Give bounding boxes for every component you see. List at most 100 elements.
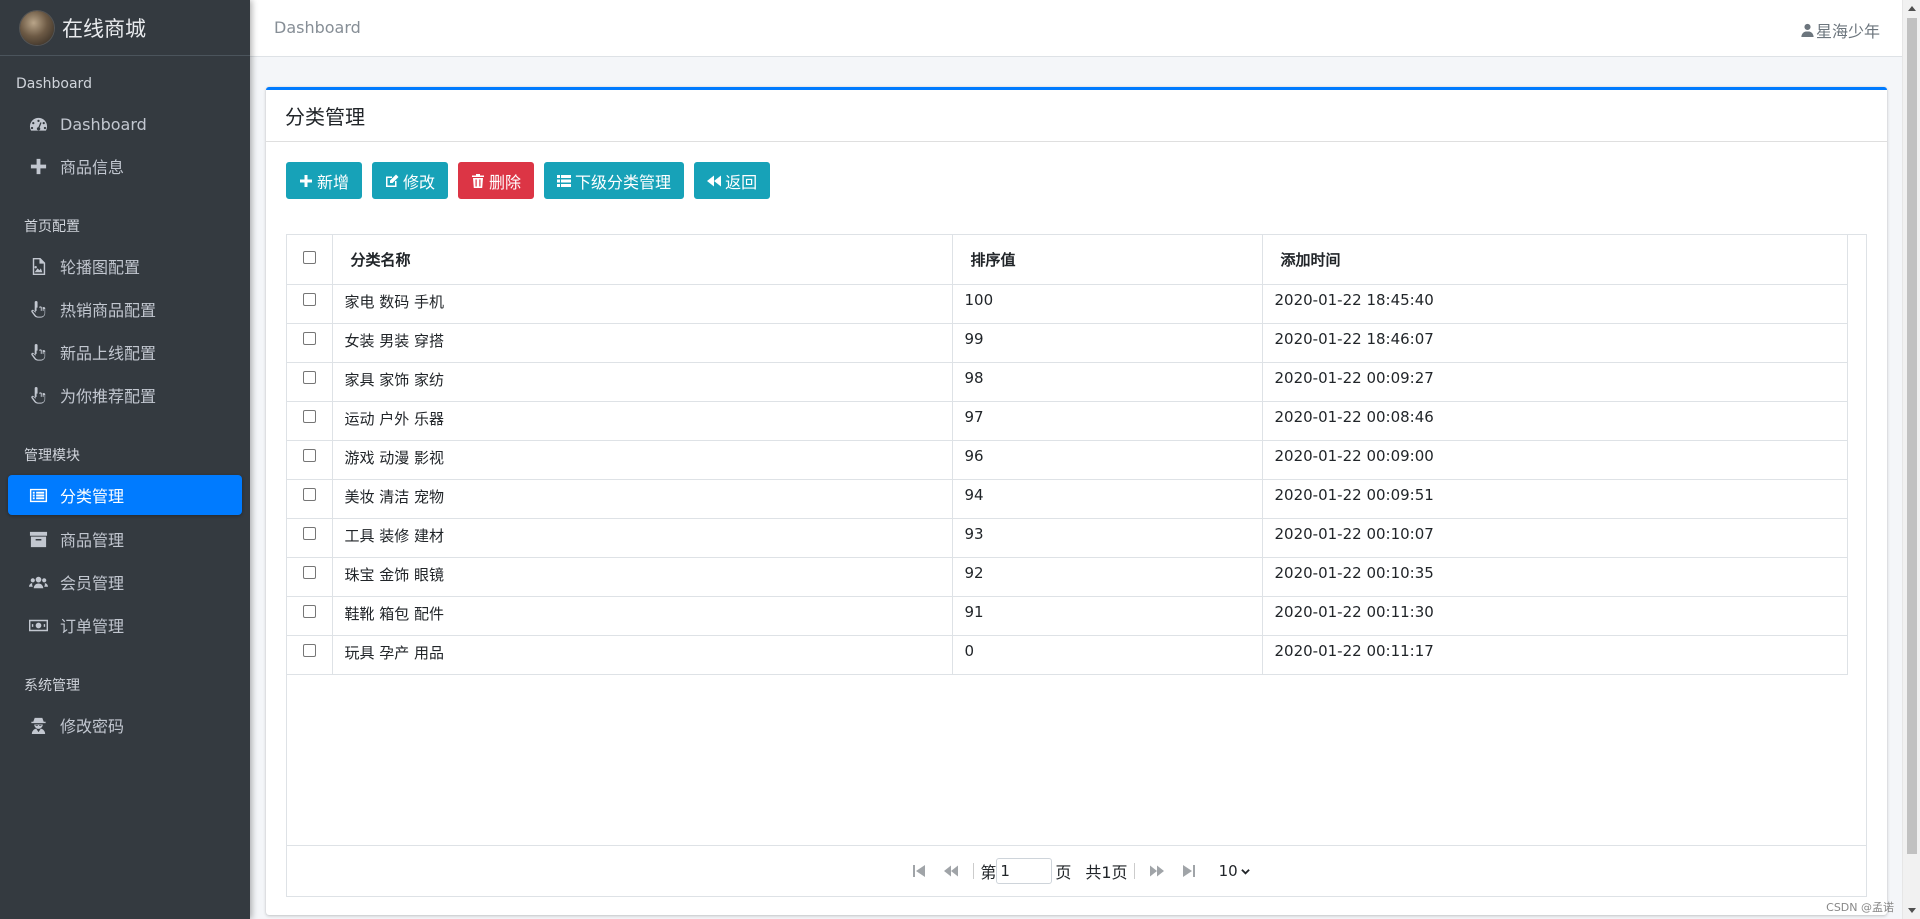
nav-header-home-config: 首页配置 — [24, 219, 80, 235]
first-page-button[interactable] — [911, 863, 927, 879]
row-checkbox[interactable] — [302, 370, 316, 384]
cell-rank: 92 — [952, 557, 1263, 597]
table-row[interactable]: 鞋靴 箱包 配件 91 2020-01-22 00:11:30 — [287, 596, 1848, 636]
plus-icon — [300, 174, 312, 187]
sub-category-button-label: 下级分类管理 — [575, 172, 672, 192]
edit-button[interactable]: 修改 — [372, 162, 449, 199]
cell-add-time: 2020-01-22 00:11:17 — [1262, 635, 1848, 675]
row-checkbox[interactable] — [302, 331, 316, 345]
back-button-label: 返回 — [725, 172, 758, 192]
users-icon — [27, 571, 49, 593]
row-checkbox[interactable] — [302, 292, 316, 306]
row-checkbox[interactable] — [302, 487, 316, 501]
table-row[interactable]: 工具 装修 建材 93 2020-01-22 00:10:07 — [287, 518, 1848, 558]
sidebar-item-order-management[interactable]: 订单管理 — [8, 605, 242, 645]
cell-add-time: 2020-01-22 18:46:07 — [1262, 323, 1848, 363]
table-row[interactable]: 家电 数码 手机 100 2020-01-22 18:45:40 — [287, 284, 1848, 324]
table-row[interactable]: 家具 家饰 家纺 98 2020-01-22 00:09:27 — [287, 362, 1848, 402]
sidebar-item-carousel-config[interactable]: 轮播图配置 — [8, 246, 242, 286]
page-prefix: 第 — [980, 863, 997, 882]
table-row[interactable]: 美妆 清洁 宠物 94 2020-01-22 00:09:51 — [287, 479, 1848, 519]
delete-button-label: 删除 — [489, 172, 522, 192]
sidebar-item-recommend-config[interactable]: 为你推荐配置 — [8, 375, 242, 415]
scroll-up-arrow-icon[interactable] — [1908, 6, 1916, 11]
breadcrumb[interactable]: Dashboard — [274, 18, 361, 37]
user-icon — [1801, 23, 1814, 37]
table-row[interactable]: 游戏 动漫 影视 96 2020-01-22 00:09:00 — [287, 440, 1848, 480]
row-select-cell — [287, 635, 333, 675]
prev-page-button[interactable] — [943, 863, 959, 879]
next-page-button[interactable] — [1149, 863, 1165, 879]
sidebar-item-member-management[interactable]: 会员管理 — [8, 562, 242, 602]
page-scrollbar[interactable] — [1902, 0, 1920, 919]
last-page-button[interactable] — [1181, 863, 1197, 879]
hand-pointer-icon — [27, 384, 49, 406]
user-menu[interactable]: 星海少年 — [1801, 18, 1880, 42]
list-icon — [557, 174, 572, 187]
table-row[interactable]: 女装 男装 穿搭 99 2020-01-22 18:46:07 — [287, 323, 1848, 363]
col-time-header[interactable]: 添加时间 — [1262, 235, 1848, 285]
row-select-cell — [287, 518, 333, 558]
select-all-cell — [287, 235, 333, 285]
sidebar-item-label: 商品信息 — [60, 158, 125, 177]
total-pages: 共1页 — [1085, 863, 1128, 882]
edit-button-label: 修改 — [403, 172, 436, 192]
brand-name: 在线商城 — [62, 16, 146, 41]
row-select-cell — [287, 323, 333, 363]
pager-separator — [1133, 863, 1135, 879]
add-button[interactable]: 新增 — [286, 162, 363, 199]
pager-separator — [973, 863, 975, 879]
row-checkbox[interactable] — [302, 526, 316, 540]
row-checkbox[interactable] — [302, 409, 316, 423]
cell-category-name: 游戏 动漫 影视 — [332, 440, 953, 480]
col-name-header[interactable]: 分类名称 — [332, 235, 953, 285]
scroll-down-arrow-icon[interactable] — [1908, 908, 1916, 913]
row-checkbox[interactable] — [302, 448, 316, 462]
cell-add-time: 2020-01-22 18:45:40 — [1262, 284, 1848, 324]
page-number-input[interactable]: 1 — [996, 858, 1053, 884]
scrollbar-thumb[interactable] — [1907, 18, 1917, 854]
cell-rank: 98 — [952, 362, 1263, 402]
row-checkbox[interactable] — [302, 604, 316, 618]
table-header-row: 分类名称 排序值 添加时间 — [287, 235, 1848, 285]
money-bill-icon — [27, 614, 49, 636]
cell-category-name: 工具 装修 建材 — [332, 518, 953, 558]
col-rank-header[interactable]: 排序值 — [952, 235, 1263, 285]
cell-rank: 96 — [952, 440, 1263, 480]
top-navbar: Dashboard 星海少年 — [250, 0, 1902, 57]
row-checkbox[interactable] — [302, 565, 316, 579]
cell-rank: 91 — [952, 596, 1263, 636]
sidebar-item-change-password[interactable]: 修改密码 — [8, 705, 242, 745]
sidebar-item-new-config[interactable]: 新品上线配置 — [8, 332, 242, 372]
hand-pointer-icon — [27, 298, 49, 320]
hand-pointer-icon — [27, 341, 49, 363]
sub-category-button[interactable]: 下级分类管理 — [544, 162, 685, 199]
cell-category-name: 女装 男装 穿搭 — [332, 323, 953, 363]
cell-rank: 99 — [952, 323, 1263, 363]
row-checkbox[interactable] — [302, 643, 316, 657]
sidebar-item-label: 修改密码 — [60, 717, 125, 736]
cell-add-time: 2020-01-22 00:11:30 — [1262, 596, 1848, 636]
cell-rank: 94 — [952, 479, 1263, 519]
nav-header-system: 系统管理 — [24, 678, 80, 694]
sidebar-item-category-management[interactable]: 分类管理 — [8, 475, 242, 515]
sidebar-item-product-info[interactable]: 商品信息 — [8, 146, 242, 186]
table-row[interactable]: 运动 户外 乐器 97 2020-01-22 00:08:46 — [287, 401, 1848, 441]
cell-category-name: 玩具 孕产 用品 — [332, 635, 953, 675]
page-size-select[interactable]: 10 — [1219, 862, 1250, 880]
sidebar-item-hot-config[interactable]: 热销商品配置 — [8, 289, 242, 329]
pagination: 第 1 页 共1页 10 — [287, 845, 1866, 896]
cell-add-time: 2020-01-22 00:10:07 — [1262, 518, 1848, 558]
back-button[interactable]: 返回 — [694, 162, 771, 199]
sidebar-item-label: 会员管理 — [60, 574, 125, 593]
table-row[interactable]: 珠宝 金饰 眼镜 92 2020-01-22 00:10:35 — [287, 557, 1848, 597]
sidebar-item-label: 分类管理 — [60, 487, 125, 506]
nav-header-management: 管理模块 — [24, 448, 80, 464]
sidebar-item-dashboard[interactable]: Dashboard — [8, 104, 242, 144]
cell-add-time: 2020-01-22 00:09:51 — [1262, 479, 1848, 519]
table-row[interactable]: 玩具 孕产 用品 0 2020-01-22 00:11:17 — [287, 635, 1848, 675]
select-all-checkbox[interactable] — [302, 251, 316, 265]
brand[interactable]: 在线商城 — [0, 0, 250, 56]
sidebar-item-goods-management[interactable]: 商品管理 — [8, 519, 242, 559]
delete-button[interactable]: 删除 — [458, 162, 535, 199]
